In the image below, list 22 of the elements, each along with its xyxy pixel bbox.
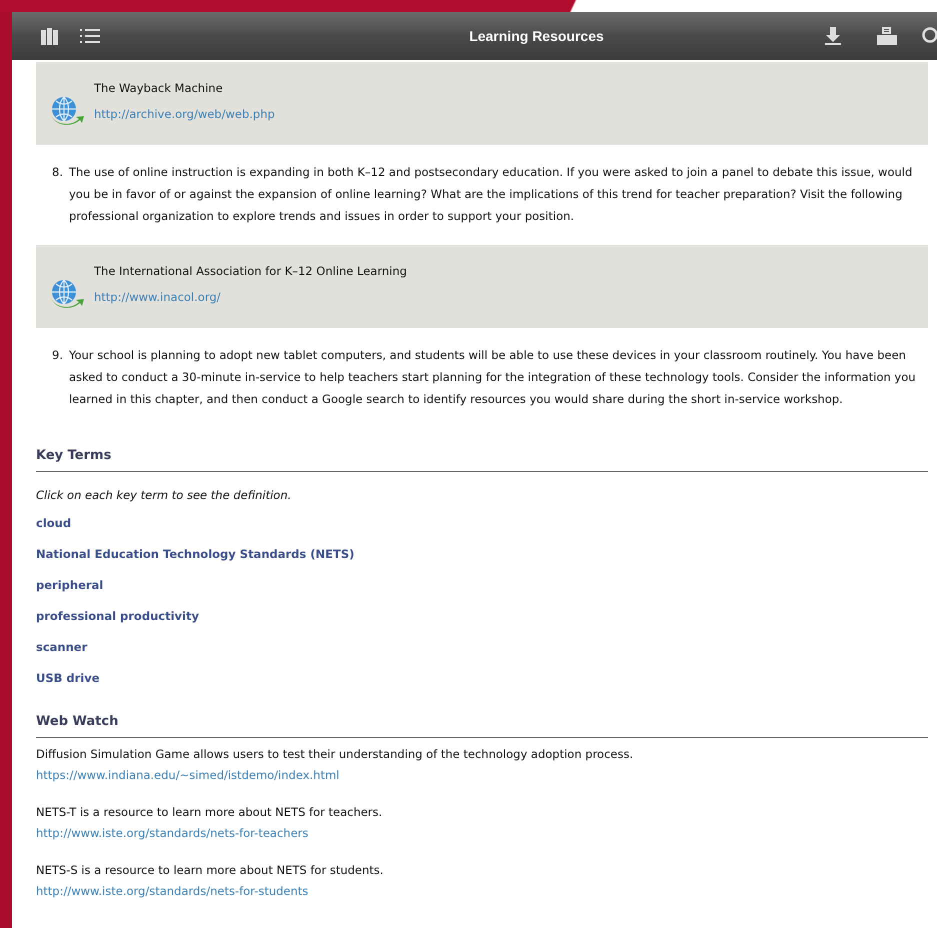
key-term-link[interactable]: National Education Technology Standards (NETS) bbox=[36, 539, 354, 570]
key-term-link[interactable]: peripheral bbox=[36, 570, 104, 601]
question-number: 8. bbox=[52, 164, 63, 181]
section-heading: Key Terms bbox=[36, 436, 928, 472]
resource-link[interactable]: https://www.indiana.edu/~simed/istdemo/index.html bbox=[36, 765, 928, 786]
instruction-text: Click on each key term to see the definition. bbox=[36, 488, 292, 502]
resource-link[interactable]: http://www.iste.org/standards/nets-for-students bbox=[36, 881, 928, 902]
resource-description: Diffusion Simulation Game allows users to test their understanding of the technology adoption process. bbox=[36, 746, 634, 763]
resource-title: The Wayback Machine bbox=[94, 80, 224, 94]
resource-title: The International Association for K–12 Online Learning bbox=[94, 264, 407, 278]
question-text: The use of online instruction is expanding in both K–12 and postsecondary education. If you were asked to join a panel to debate this issue, would you be in favor of or against the expansion of online learning? What are the implications of this trend for teacher preparation? Visit the following professional organization to explore trends and issues in order to support your position. bbox=[68, 164, 914, 225]
resource-description: NETS-T is a resource to learn more about NETS for teachers. bbox=[36, 804, 384, 821]
key-term-link[interactable]: cloud bbox=[36, 508, 72, 539]
resource-description: NETS-S is a resource to learn more about NETS for students. bbox=[36, 862, 384, 879]
question-text: Your school is planning to adopt new tablet computers, and students will be able to use these devices in your classroom routinely. You have been asked to conduct a 30-minute in-service to help teachers start planning for the integration of these technology tools. Consider the information you learned in this chapter, and then conduct a Google search to identify resources you would share during the short in-service workshop. bbox=[68, 347, 917, 408]
section-heading: Web Watch bbox=[36, 702, 928, 738]
key-term-link[interactable]: USB drive bbox=[36, 663, 100, 694]
key-term-link[interactable]: scanner bbox=[36, 632, 88, 663]
question-number: 9. bbox=[52, 347, 63, 364]
resource-link[interactable]: http://www.iste.org/standards/nets-for-teachers bbox=[36, 823, 928, 844]
key-term-link[interactable]: professional productivity bbox=[36, 601, 199, 632]
toolbar-title: Learning Resources bbox=[468, 28, 605, 44]
